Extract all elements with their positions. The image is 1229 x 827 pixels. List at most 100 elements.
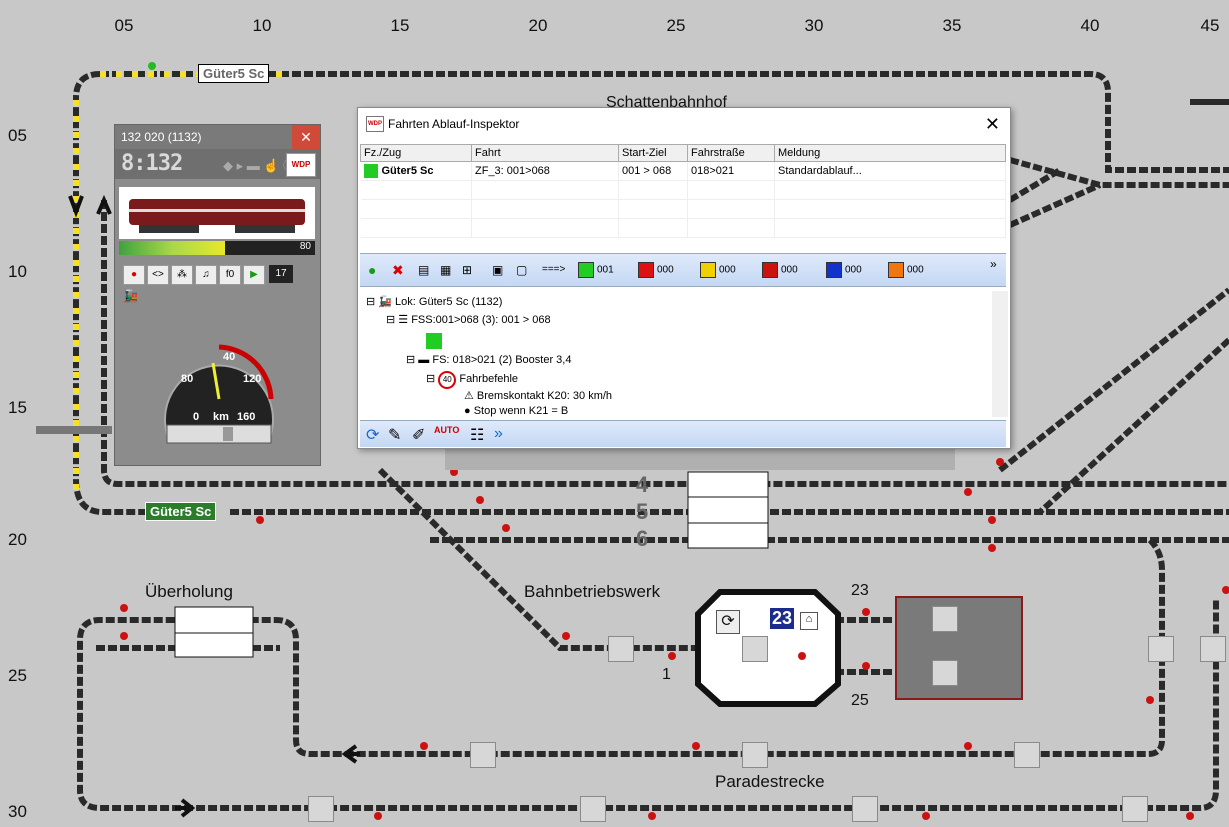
green-swatch bbox=[578, 262, 594, 278]
dialog-titlebar[interactable]: WDP Fahrten Ablauf-Inspektor ✕ bbox=[358, 108, 1010, 140]
grid-row-10: 10 bbox=[8, 262, 27, 281]
tree-node-lok[interactable]: ⊟ 🚂 Lok: Güter5 Sc (1132) bbox=[366, 295, 502, 308]
loco-close-button[interactable]: ✕ bbox=[292, 125, 320, 149]
trip-tree[interactable]: ⊟ 🚂 Lok: Güter5 Sc (1132) ⊟ ☰ FSS:001>06… bbox=[360, 291, 990, 417]
list-icon[interactable]: ☷ bbox=[470, 425, 484, 445]
tree-node-fs[interactable]: ⊟ ▬ FS: 018>021 (2) Booster 3,4 bbox=[406, 353, 571, 366]
sound-icon[interactable]: ♫ bbox=[195, 265, 217, 285]
grid-view-icon[interactable]: ▦ bbox=[440, 262, 451, 278]
block-box[interactable] bbox=[1122, 796, 1148, 822]
block-box[interactable] bbox=[1148, 636, 1174, 662]
track-6-label: 6 bbox=[636, 526, 649, 551]
column-header[interactable]: Fahrt bbox=[471, 144, 619, 162]
block-box[interactable] bbox=[1014, 742, 1040, 768]
block-box[interactable] bbox=[852, 796, 878, 822]
locomotive-image bbox=[119, 187, 315, 239]
auto-icon[interactable]: AUTO bbox=[434, 425, 459, 435]
cell-start-ziel: 001 > 068 bbox=[618, 161, 688, 181]
fss-status-swatch bbox=[426, 333, 442, 349]
tree-node-fss[interactable]: ⊟ ☰ FSS:001>068 (3): 001 > 068 bbox=[386, 313, 551, 326]
cell-fahrt: ZF_3: 001>068 bbox=[471, 161, 619, 181]
block-box[interactable] bbox=[742, 742, 768, 768]
counter-orange[interactable]: 000 bbox=[888, 262, 924, 278]
loco-window-title: 132 020 (1132) bbox=[121, 130, 202, 144]
wdp-app-icon: WDP bbox=[366, 116, 384, 132]
edit-icon[interactable]: ✎ bbox=[388, 425, 401, 445]
loco-mode-icon[interactable]: 🚂 bbox=[123, 289, 138, 303]
loco-control-window[interactable]: 132 020 (1132) ✕ 8:132 ◆ ▸ ▬ ☝ ⓘ WDP 80 … bbox=[114, 124, 321, 466]
status-dot-icon[interactable]: ● bbox=[368, 262, 376, 278]
tree-node-stop[interactable]: ● Stop wenn K21 = B bbox=[464, 405, 568, 417]
block-box[interactable] bbox=[608, 636, 634, 662]
block-box[interactable] bbox=[580, 796, 606, 822]
f0-button[interactable]: f0 bbox=[219, 265, 241, 285]
track-1-label: 1 bbox=[662, 666, 671, 683]
speedo-label-120: 120 bbox=[243, 373, 262, 385]
block-box[interactable] bbox=[308, 796, 334, 822]
refresh-icon[interactable]: ⟳ bbox=[366, 425, 379, 445]
block-box[interactable] bbox=[742, 636, 768, 662]
column-header[interactable]: Meldung bbox=[774, 144, 1006, 162]
delete-icon[interactable]: ✖ bbox=[392, 262, 404, 278]
grid-row-25: 25 bbox=[8, 666, 27, 685]
counter-blue[interactable]: 000 bbox=[826, 262, 862, 278]
tree-view-icon[interactable]: ⊞ bbox=[462, 262, 472, 278]
block-box[interactable] bbox=[932, 660, 958, 686]
orange-swatch bbox=[888, 262, 904, 278]
cell-meldung: Standardablauf... bbox=[774, 161, 1006, 181]
grid-col-30: 30 bbox=[804, 16, 824, 35]
track-4-label: 4 bbox=[636, 472, 649, 497]
engine-shed-icon[interactable]: ⌂ bbox=[800, 612, 818, 630]
list-view-icon[interactable]: ▤ bbox=[418, 262, 429, 278]
speedo-label-80: 40 bbox=[223, 351, 236, 363]
trips-table[interactable]: Fz./Zug Fahrt Start-Ziel Fahrstraße Meld… bbox=[360, 144, 1006, 238]
block-box[interactable] bbox=[932, 606, 958, 632]
grid-row-20: 20 bbox=[8, 530, 27, 549]
table-row[interactable]: Güter5 Sc ZF_3: 001>068 001 > 068 018>02… bbox=[360, 161, 1006, 181]
train-label-top[interactable]: Güter5 Sc bbox=[198, 64, 270, 83]
window-icon[interactable]: ▣ bbox=[492, 262, 503, 278]
arrow-filter-button[interactable]: ===> bbox=[542, 262, 565, 278]
block-box[interactable] bbox=[1200, 636, 1226, 662]
turntable-rotate-icon[interactable]: ⟳ bbox=[716, 610, 740, 634]
speed-bar[interactable]: 80 bbox=[119, 241, 315, 255]
block-box[interactable] bbox=[470, 742, 496, 768]
track-5-label: 5 bbox=[636, 499, 649, 524]
counter-yellow[interactable]: 000 bbox=[700, 262, 736, 278]
inspector-toolbar: ● ✖ ▤ ▦ ⊞ ▣ ▢ ===> 001 000 000 000 000 0… bbox=[360, 253, 1006, 287]
counter-stop[interactable]: 000 bbox=[762, 262, 798, 278]
turntable-number[interactable]: 23 bbox=[770, 608, 795, 629]
minimize-icon[interactable]: ▢ bbox=[516, 262, 527, 278]
function-count: 17 bbox=[269, 265, 293, 283]
bahnbetriebswerk-label: Bahnbetriebswerk bbox=[524, 582, 661, 601]
dialog-close-button[interactable]: ✕ bbox=[985, 108, 1000, 140]
speed-sign-icon: 40 bbox=[438, 371, 457, 389]
table-header-row: Fz./Zug Fahrt Start-Ziel Fahrstraße Meld… bbox=[360, 144, 1006, 162]
direction-toggle-button[interactable]: <> bbox=[147, 265, 169, 285]
column-header[interactable]: Fahrstraße bbox=[687, 144, 775, 162]
loco-window-titlebar[interactable]: 132 020 (1132) ✕ bbox=[115, 125, 320, 149]
tree-scrollbar[interactable] bbox=[992, 291, 1008, 417]
counter-green[interactable]: 001 bbox=[578, 262, 614, 278]
train-label-left[interactable]: Güter5 Sc bbox=[145, 502, 217, 521]
speedo-unit: km bbox=[213, 411, 229, 423]
table-row bbox=[360, 218, 1006, 238]
column-header[interactable]: Start-Ziel bbox=[618, 144, 688, 162]
fahrten-ablauf-inspektor-window[interactable]: WDP Fahrten Ablauf-Inspektor ✕ Fz./Zug F… bbox=[357, 107, 1011, 449]
functions-button[interactable]: ⁂ bbox=[171, 265, 193, 285]
train-status-swatch bbox=[363, 164, 378, 178]
tree-node-fahrbefehle[interactable]: ⊟ 40 Fahrbefehle bbox=[426, 371, 518, 389]
speed-bar-value: 80 bbox=[299, 241, 311, 252]
more-button[interactable]: » bbox=[990, 256, 997, 272]
grid-row-15: 15 bbox=[8, 398, 27, 417]
expand-icon[interactable]: » bbox=[494, 425, 503, 443]
tree-node-bremskontakt[interactable]: ⚠ Bremskontakt K20: 30 km/h bbox=[464, 389, 612, 402]
record-button[interactable]: ● bbox=[123, 265, 145, 285]
column-header[interactable]: Fz./Zug bbox=[360, 144, 472, 162]
brush-icon[interactable]: ✐ bbox=[412, 425, 425, 445]
dialog-title: Fahrten Ablauf-Inspektor bbox=[388, 117, 520, 131]
play-button[interactable]: ▶ bbox=[243, 265, 265, 285]
table-row bbox=[360, 199, 1006, 219]
blue-swatch bbox=[826, 262, 842, 278]
counter-red[interactable]: 000 bbox=[638, 262, 674, 278]
